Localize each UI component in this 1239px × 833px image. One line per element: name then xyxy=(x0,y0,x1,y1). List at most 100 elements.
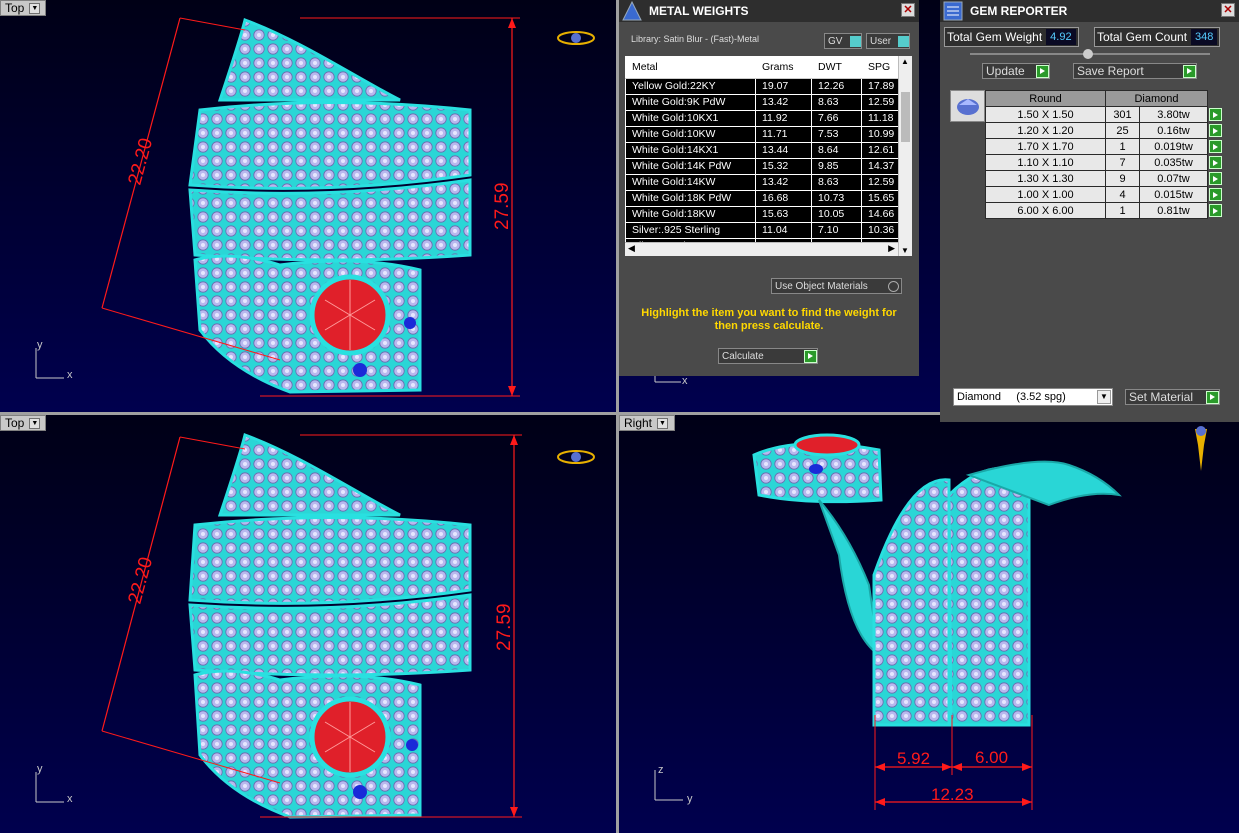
vertical-scrollbar[interactable]: ▲ ▼ xyxy=(898,56,912,256)
metal-cell: White Gold:14KW xyxy=(625,174,756,191)
row-action[interactable] xyxy=(1207,170,1223,187)
viewport-label: Right xyxy=(624,416,653,430)
update-button[interactable]: Update xyxy=(982,63,1050,79)
table-row[interactable]: White Gold:10KW 11.71 7.53 10.99 xyxy=(625,126,899,143)
col-metal[interactable]: Metal xyxy=(625,56,756,79)
calculate-label: Calculate xyxy=(722,350,764,362)
spg-cell: 17.89 xyxy=(861,78,899,95)
weight-cell: 0.015tw xyxy=(1139,186,1208,203)
size-cell: 1.10 X 1.10 xyxy=(985,154,1106,171)
count-cell: 301 xyxy=(1105,106,1140,123)
metal-cell: White Gold:18K PdW xyxy=(625,190,756,207)
chevron-down-icon[interactable]: ▼ xyxy=(29,2,41,14)
metal-cell: White Gold:10KX1 xyxy=(625,110,756,127)
play-icon xyxy=(1036,64,1049,78)
table-row[interactable]: 1.20 X 1.20 25 0.16tw xyxy=(985,122,1223,139)
table-row[interactable]: White Gold:14KW 13.42 8.63 12.59 xyxy=(625,174,899,191)
table-row[interactable]: White Gold:14KX1 13.44 8.64 12.61 xyxy=(625,142,899,159)
gv-toggle[interactable]: GV xyxy=(824,33,862,49)
viewport-label: Top xyxy=(5,1,25,15)
table-row[interactable]: 1.50 X 1.50 301 3.80tw xyxy=(985,106,1223,123)
hint-text: Highlight the item you want to find the … xyxy=(641,307,897,332)
viewport-title-top-left[interactable]: Top ▼ xyxy=(0,0,46,16)
col-spg[interactable]: SPG xyxy=(861,56,899,79)
col-shape[interactable]: Round xyxy=(985,90,1106,107)
col-material[interactable]: Diamond xyxy=(1105,90,1208,107)
table-row[interactable]: White Gold:18KW 15.63 10.05 14.66 xyxy=(625,206,899,223)
table-row[interactable]: Silver:.925 Sterling 11.04 7.10 10.36 xyxy=(625,222,899,239)
calculate-button[interactable]: Calculate xyxy=(718,348,818,364)
chevron-down-icon[interactable]: ▼ xyxy=(657,417,669,429)
row-action[interactable] xyxy=(1207,122,1223,139)
table-row[interactable]: 1.10 X 1.10 7 0.035tw xyxy=(985,154,1223,171)
gumball-icon xyxy=(1195,426,1207,471)
close-icon[interactable]: ✕ xyxy=(901,3,915,17)
viewport-title-bottom-left[interactable]: Top ▼ xyxy=(0,415,46,431)
table-row[interactable]: 1.70 X 1.70 1 0.019tw xyxy=(985,138,1223,155)
table-row[interactable]: White Gold:14K PdW 15.32 9.85 14.37 xyxy=(625,158,899,175)
use-object-materials-toggle[interactable]: Use Object Materials xyxy=(771,278,902,294)
table-row[interactable]: 1.00 X 1.00 4 0.015tw xyxy=(985,186,1223,203)
dim-total-width: 12.23 xyxy=(931,785,974,804)
gumball-icon xyxy=(557,450,595,464)
size-cell: 1.50 X 1.50 xyxy=(985,106,1106,123)
size-cell: 1.70 X 1.70 xyxy=(985,138,1106,155)
total-count-box: Total Gem Count 348 xyxy=(1094,27,1221,47)
metal-weights-panel: METAL WEIGHTS ✕ Library: Satin Blur - (F… xyxy=(619,0,919,376)
chevron-down-icon[interactable]: ▼ xyxy=(29,417,41,429)
table-row[interactable]: Yellow Gold:22KY 19.07 12.26 17.89 xyxy=(625,78,899,95)
grams-cell: 11.71 xyxy=(755,126,812,143)
table-row[interactable]: 1.30 X 1.30 9 0.07tw xyxy=(985,170,1223,187)
ring-render-top-2: 22.20 27.59 xyxy=(35,433,595,819)
dwt-cell: 8.64 xyxy=(811,142,862,159)
dim-height-top: 27.59 xyxy=(492,182,513,230)
axis-y-label: y xyxy=(37,763,43,775)
count-cell: 4 xyxy=(1105,186,1140,203)
set-material-button[interactable]: Set Material xyxy=(1125,389,1220,405)
close-icon[interactable]: ✕ xyxy=(1221,3,1235,17)
spg-cell: 10.99 xyxy=(861,126,899,143)
dim-diagonal-top-2: 22.20 xyxy=(125,555,158,606)
table-row[interactable]: 6.00 X 6.00 1 0.81tw xyxy=(985,202,1223,219)
viewport-bottom-left[interactable]: 22.20 27.59 Top ▼ y x xyxy=(0,415,616,833)
spg-cell: 14.37 xyxy=(861,158,899,175)
horizontal-scrollbar[interactable]: ◀ ▶ xyxy=(625,242,898,256)
gem-reporter-titlebar[interactable]: GEM REPORTER ✕ xyxy=(940,0,1239,22)
col-dwt[interactable]: DWT xyxy=(811,56,862,79)
axis-z-label: z xyxy=(658,764,664,776)
grams-cell: 16.68 xyxy=(755,190,812,207)
table-row[interactable]: White Gold:9K PdW 13.42 8.63 12.59 xyxy=(625,94,899,111)
axis-y-label: y xyxy=(687,793,693,805)
save-report-button[interactable]: Save Report xyxy=(1073,63,1197,79)
material-select[interactable]: Diamond (3.52 spg) ▼ xyxy=(953,388,1113,406)
play-icon xyxy=(1209,204,1222,217)
row-action[interactable] xyxy=(1207,202,1223,219)
col-grams[interactable]: Grams xyxy=(755,56,812,79)
grams-cell: 11.92 xyxy=(755,110,812,127)
table-row[interactable]: White Gold:18K PdW 16.68 10.73 15.65 xyxy=(625,190,899,207)
dim-left-width: 5.92 xyxy=(897,749,930,768)
user-label: User xyxy=(870,35,892,47)
gem-table[interactable]: Round Diamond 1.50 X 1.50 301 3.80tw 1.20 X… xyxy=(985,90,1223,219)
grams-cell: 15.32 xyxy=(755,158,812,175)
table-row[interactable]: White Gold:10KX1 11.92 7.66 11.18 xyxy=(625,110,899,127)
row-action[interactable] xyxy=(1207,154,1223,171)
metal-weights-titlebar[interactable]: METAL WEIGHTS ✕ xyxy=(619,0,919,22)
metal-cell: White Gold:9K PdW xyxy=(625,94,756,111)
weight-cell: 0.81tw xyxy=(1139,202,1208,219)
divider-slider[interactable] xyxy=(970,49,1210,59)
chevron-down-icon[interactable]: ▼ xyxy=(1097,390,1111,404)
grams-cell: 15.63 xyxy=(755,206,812,223)
row-action[interactable] xyxy=(1207,186,1223,203)
size-cell: 1.20 X 1.20 xyxy=(985,122,1106,139)
metal-table[interactable]: Metal Grams DWT SPG Yellow Gold:22KY 19.0… xyxy=(625,56,912,256)
viewport-title-bottom-right[interactable]: Right ▼ xyxy=(619,415,675,431)
metal-weights-title: METAL WEIGHTS xyxy=(649,4,749,18)
row-action[interactable] xyxy=(1207,106,1223,123)
metal-cell: Silver:.925 Sterling xyxy=(625,222,756,239)
viewport-bottom-right[interactable]: 5.92 6.00 12.23 Right ▼ z y xyxy=(619,415,1239,833)
row-action[interactable] xyxy=(1207,138,1223,155)
user-toggle[interactable]: User xyxy=(866,33,910,49)
viewport-top-left[interactable]: 22.20 27.59 Top ▼ y x xyxy=(0,0,616,412)
metal-cell: Yellow Gold:22KY xyxy=(625,78,756,95)
